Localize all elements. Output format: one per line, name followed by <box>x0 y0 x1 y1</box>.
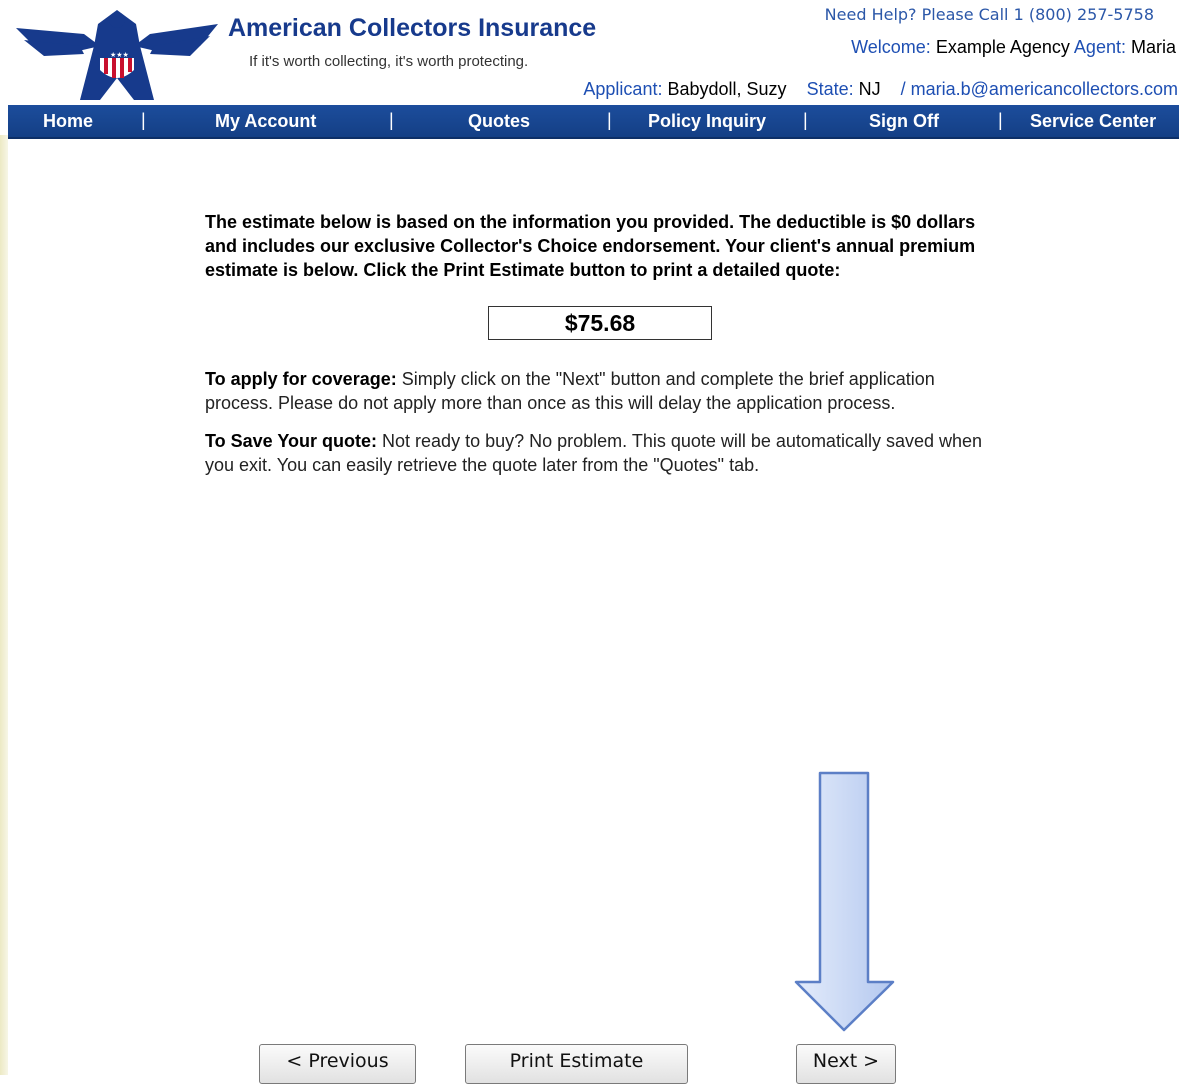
page-left-edge <box>0 135 8 1075</box>
nav-separator: | <box>998 110 1003 130</box>
save-paragraph: To Save Your quote: Not ready to buy? No… <box>205 429 1005 477</box>
help-phone-line: Need Help? Please Call 1 (800) 257-5758 <box>824 5 1154 24</box>
state-label: State: <box>806 79 854 99</box>
agency-name: Example Agency <box>935 37 1070 57</box>
brand-name: American Collectors Insurance <box>228 14 597 42</box>
nav-separator: | <box>803 110 808 130</box>
nav-my-account[interactable]: My Account <box>215 111 316 132</box>
print-estimate-button[interactable]: Print Estimate <box>465 1044 688 1084</box>
nav-policy-inquiry[interactable]: Policy Inquiry <box>648 111 766 132</box>
previous-button[interactable]: < Previous <box>259 1044 416 1084</box>
eagle-logo: ★★★ <box>16 10 218 100</box>
applicant-line: Applicant: Babydoll, Suzy State: NJ / ma… <box>583 79 1178 100</box>
agent-email-link[interactable]: / maria.b@americancollectors.com <box>901 79 1178 99</box>
nav-separator: | <box>141 110 146 130</box>
estimate-intro: The estimate below is based on the infor… <box>205 212 976 280</box>
welcome-line: Welcome: Example Agency Agent: Maria <box>851 37 1176 58</box>
next-button[interactable]: Next > <box>796 1044 896 1084</box>
agent-name: Maria <box>1130 37 1176 57</box>
premium-estimate: $75.68 <box>488 306 712 340</box>
main-nav: Home | My Account | Quotes | Policy Inqu… <box>8 105 1179 139</box>
agent-label: Agent: <box>1073 37 1126 57</box>
nav-home[interactable]: Home <box>43 111 93 132</box>
welcome-label: Welcome: <box>851 37 931 57</box>
nav-service-center[interactable]: Service Center <box>1030 111 1156 132</box>
nav-separator: | <box>607 110 612 130</box>
applicant-name: Babydoll, Suzy <box>667 79 787 99</box>
nav-quotes[interactable]: Quotes <box>468 111 530 132</box>
state-value: NJ <box>858 79 881 99</box>
premium-value: $75.68 <box>564 309 636 336</box>
apply-label: To apply for coverage: <box>205 369 397 389</box>
down-arrow-icon <box>794 771 895 1032</box>
tagline: If it's worth collecting, it's worth pro… <box>249 53 529 70</box>
save-label: To Save Your quote: <box>205 431 378 451</box>
nav-separator: | <box>389 110 394 130</box>
nav-sign-off[interactable]: Sign Off <box>869 111 939 132</box>
applicant-label: Applicant: <box>583 79 663 99</box>
apply-paragraph: To apply for coverage: Simply click on t… <box>205 367 1005 415</box>
svg-text:★★★: ★★★ <box>110 51 129 59</box>
